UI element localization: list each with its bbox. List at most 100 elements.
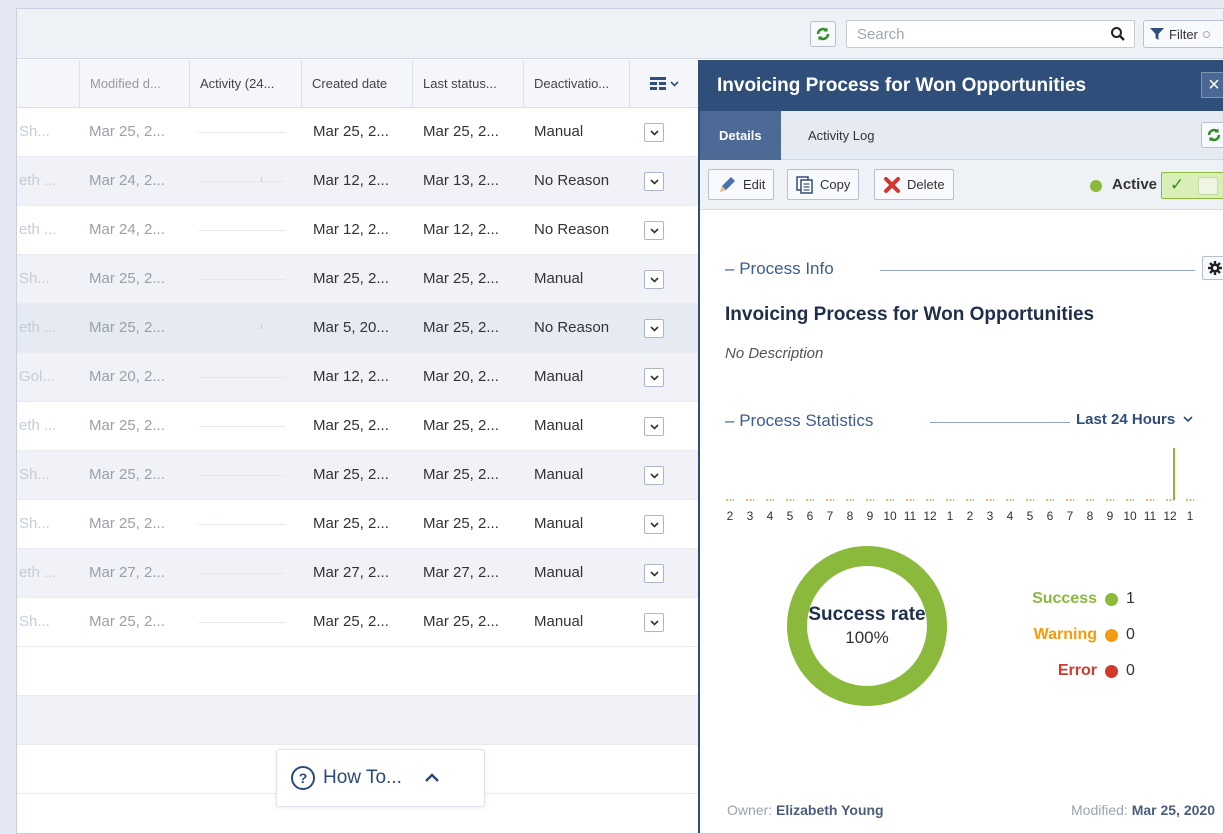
col-header-deactivation[interactable]: Deactivatio...: [523, 60, 629, 108]
table-row[interactable]: eth ... Mar 27, 2... Mar 27, 2... Mar 27, 2…: [17, 549, 699, 598]
hour-tick-label: 10: [883, 509, 897, 523]
settings-button[interactable]: [1202, 256, 1223, 280]
table-row[interactable]: Sh... Mar 25, 2... Mar 25, 2... Mar 25, 2..…: [17, 451, 699, 500]
col-header-last-status[interactable]: Last status...: [412, 60, 523, 108]
hour-tick-label: 7: [1067, 509, 1074, 523]
status-dot-icon: [1090, 180, 1102, 192]
filter-icon: [1150, 28, 1164, 40]
modified-date: Mar 25, 2020: [1131, 802, 1215, 818]
cell-created: Mar 12, 2...: [313, 221, 389, 238]
hour-tick-label: 6: [807, 509, 814, 523]
row-menu-button[interactable]: [644, 466, 664, 485]
table-row[interactable]: eth ... Mar 25, 2... Mar 5, 20... Mar 25, 2…: [17, 304, 699, 353]
activity-sparkline: [199, 324, 285, 329]
cell-created: Mar 25, 2...: [313, 466, 389, 483]
hour-tick-label: 5: [787, 509, 794, 523]
table-row[interactable]: eth ... Mar 25, 2... Mar 25, 2... Mar 25, 2…: [17, 402, 699, 451]
process-statistics-label: Process Statistics: [739, 411, 874, 430]
column-chooser-button[interactable]: [629, 60, 699, 108]
tab-details[interactable]: Details: [700, 111, 781, 160]
hour-tick-label: 9: [1107, 509, 1114, 523]
donut-title: Success rate: [808, 604, 926, 625]
table-row[interactable]: Gol... Mar 20, 2... Mar 12, 2... Mar 20, 2.…: [17, 353, 699, 402]
col-header-created[interactable]: Created date: [301, 60, 412, 108]
legend-label: Warning: [1033, 626, 1097, 643]
activity-sparkline: [199, 573, 285, 574]
table-row[interactable]: Sh... Mar 25, 2... Mar 25, 2... Mar 25, 2..…: [17, 108, 699, 157]
time-range-select[interactable]: Last 24 Hours: [1076, 411, 1193, 428]
hour-tick-label: 11: [1144, 509, 1157, 523]
row-menu-button[interactable]: [644, 515, 664, 534]
col-header-activity[interactable]: Activity (24...: [189, 60, 301, 108]
table-row[interactable]: Sh... Mar 25, 2... Mar 25, 2... Mar 25, 2..…: [17, 500, 699, 549]
tab-activity-log[interactable]: Activity Log: [789, 111, 893, 160]
hour-tick-label: 10: [1123, 509, 1137, 523]
chevron-down-icon: [649, 472, 659, 479]
cell-last-status: Mar 25, 2...: [423, 613, 499, 630]
row-menu-button[interactable]: [644, 270, 664, 289]
search-input[interactable]: [847, 21, 1087, 47]
legend-item-error: Error 0: [950, 662, 1140, 680]
chevron-down-icon: [670, 81, 679, 87]
cell-modified: Mar 25, 2...: [89, 319, 165, 336]
cell-name: Sh...: [19, 123, 50, 140]
panel-refresh-button[interactable]: [1201, 122, 1223, 148]
table-row[interactable]: Sh... Mar 25, 2... Mar 25, 2... Mar 25, 2..…: [17, 255, 699, 304]
cell-last-status: Mar 20, 2...: [423, 368, 499, 385]
table-row[interactable]: eth ... Mar 24, 2... Mar 12, 2... Mar 13, 2…: [17, 157, 699, 206]
hour-tick-label: 9: [867, 509, 874, 523]
cell-created: Mar 25, 2...: [313, 613, 389, 630]
active-toggle[interactable]: ✓: [1161, 172, 1223, 199]
legend-count: 1: [1126, 590, 1135, 607]
modified-info: Modified: Mar 25, 2020: [1071, 802, 1215, 818]
cell-name: Sh...: [19, 515, 50, 532]
edit-button[interactable]: Edit: [708, 169, 775, 200]
chevron-down-icon: [649, 129, 659, 136]
cell-deactivation: No Reason: [534, 221, 610, 238]
grid-header: Modified d... Activity (24... Created da…: [17, 60, 699, 108]
legend-dot-icon: [1105, 628, 1118, 642]
row-menu-button[interactable]: [644, 613, 664, 632]
cell-activity-sparkline: [199, 304, 289, 352]
cell-deactivation: Manual: [534, 123, 584, 140]
activity-sparkline: [199, 177, 285, 182]
col-header-modified[interactable]: Modified d...: [79, 60, 191, 108]
donut-center: Success rate 100%: [785, 544, 949, 708]
hour-tick-label: 5: [1027, 509, 1034, 523]
filter-button[interactable]: Filter: [1143, 20, 1223, 48]
row-menu-button[interactable]: [644, 172, 664, 191]
panel-title-bar: Invoicing Process for Won Opportunities …: [700, 60, 1223, 111]
refresh-icon: [816, 27, 830, 41]
cell-modified: Mar 20, 2...: [89, 368, 165, 385]
cell-activity-sparkline: [199, 206, 289, 254]
refresh-button[interactable]: [810, 21, 836, 47]
how-to-button[interactable]: ? How To...: [276, 749, 485, 807]
cell-name: Sh...: [19, 613, 50, 630]
search-icon[interactable]: [1110, 26, 1126, 42]
row-menu-button[interactable]: [644, 123, 664, 142]
row-menu-button[interactable]: [644, 368, 664, 387]
table-row[interactable]: Sh... Mar 25, 2... Mar 25, 2... Mar 25, 2..…: [17, 598, 699, 647]
gear-icon: [1207, 261, 1222, 275]
copy-button[interactable]: Copy: [787, 169, 860, 200]
cell-last-status: Mar 27, 2...: [423, 564, 499, 581]
row-menu-button[interactable]: [644, 319, 664, 338]
chevron-down-icon: [649, 423, 659, 430]
grid-body: Sh... Mar 25, 2... Mar 25, 2... Mar 25, 2..…: [17, 108, 699, 794]
cell-modified: Mar 25, 2...: [89, 466, 165, 483]
activity-sparkline: [199, 475, 285, 476]
table-row[interactable]: eth ... Mar 24, 2... Mar 12, 2... Mar 12, 2…: [17, 206, 699, 255]
cell-last-status: Mar 25, 2...: [423, 270, 499, 287]
activity-sparkline: [199, 426, 285, 427]
row-menu-button[interactable]: [644, 564, 664, 583]
close-button[interactable]: ×: [1201, 72, 1223, 98]
delete-button[interactable]: Delete: [874, 169, 954, 200]
row-menu-button[interactable]: [644, 221, 664, 240]
hour-tick-label: 12: [1163, 509, 1177, 523]
delete-label: Delete: [907, 177, 945, 192]
row-menu-button[interactable]: [644, 417, 664, 436]
cell-created: Mar 12, 2...: [313, 368, 389, 385]
cell-activity-sparkline: [199, 157, 289, 205]
close-icon: ×: [1208, 74, 1220, 96]
process-detail-panel: Invoicing Process for Won Opportunities …: [698, 60, 1223, 833]
